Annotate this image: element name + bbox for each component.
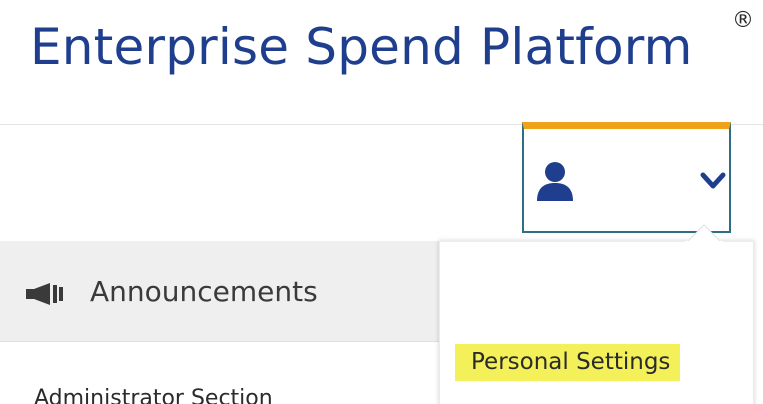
- user-menu-button[interactable]: [522, 122, 731, 233]
- page: Enterprise Spend Platform ® Announcement…: [0, 0, 763, 404]
- menu-item-personal-settings[interactable]: Personal Settings: [455, 344, 681, 381]
- announcements-bar[interactable]: Announcements: [0, 241, 439, 342]
- announcements-label: Announcements: [90, 275, 318, 308]
- user-icon: [537, 162, 573, 201]
- chevron-down-icon[interactable]: [700, 172, 726, 190]
- administrator-section-heading: Administrator Section: [34, 386, 273, 404]
- registered-mark: ®: [732, 8, 754, 33]
- page-title: Enterprise Spend Platform: [30, 18, 693, 76]
- megaphone-icon: [26, 283, 63, 305]
- dropdown-caret: [684, 224, 724, 245]
